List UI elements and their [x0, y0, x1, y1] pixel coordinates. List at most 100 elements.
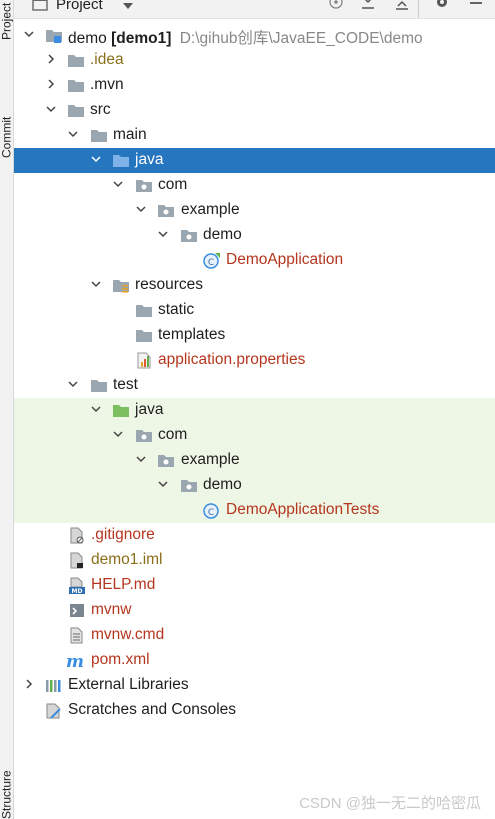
panel-header: Project	[14, 0, 495, 19]
package-icon	[157, 452, 175, 469]
tree-label: demo	[203, 476, 242, 493]
tree-label: HELP.md	[91, 576, 156, 593]
expanded-arrow-icon[interactable]	[112, 428, 124, 440]
tree-row-test-java[interactable]: java	[14, 398, 495, 423]
tree-row-test-com[interactable]: com	[14, 423, 495, 448]
expanded-arrow-icon[interactable]	[90, 278, 102, 290]
collapsed-arrow-icon[interactable]	[45, 78, 57, 90]
folder-icon	[135, 327, 153, 344]
tree-row-help-md[interactable]: MD HELP.md	[14, 573, 495, 598]
panel-title[interactable]: Project	[56, 0, 103, 13]
test-source-folder-icon	[112, 402, 130, 419]
commit-side-tab-label: Commit	[0, 116, 14, 158]
package-icon	[157, 202, 175, 219]
tree-label: demo	[203, 226, 242, 243]
tree-label: src	[90, 101, 111, 118]
project-side-tab[interactable]: Project	[0, 0, 14, 40]
tree-row-demo-application-tests[interactable]: C DemoApplicationTests	[14, 498, 495, 523]
tree-label: demo1.iml	[91, 551, 163, 568]
tree-row-demo-application[interactable]: C DemoApplication	[14, 248, 495, 273]
tree-row-application-properties[interactable]: application.properties	[14, 348, 495, 373]
tree-row-main-example[interactable]: example	[14, 198, 495, 223]
maven-icon: m	[66, 652, 84, 672]
tree-row-main-java[interactable]: java	[14, 148, 495, 173]
expanded-arrow-icon[interactable]	[157, 478, 169, 490]
folder-icon	[67, 102, 85, 119]
left-tool-strip: Project Commit Structure	[0, 0, 14, 819]
properties-file-icon	[135, 352, 153, 369]
expanded-arrow-icon[interactable]	[90, 153, 102, 165]
collapsed-arrow-icon[interactable]	[45, 53, 57, 65]
expanded-arrow-icon[interactable]	[90, 403, 102, 415]
tree-label: java	[135, 151, 164, 168]
expanded-arrow-icon[interactable]	[67, 378, 79, 390]
expand-all-icon[interactable]	[360, 0, 376, 15]
tree-label: mvnw.cmd	[91, 626, 165, 643]
structure-side-tab-label: Structure	[0, 770, 14, 819]
tree-row-test-demo[interactable]: demo	[14, 473, 495, 498]
tree-row-idea[interactable]: .idea	[14, 48, 495, 73]
expanded-arrow-icon[interactable]	[135, 203, 147, 215]
view-dropdown-chevron-icon[interactable]	[122, 0, 134, 16]
tree-label: Scratches and Consoles	[68, 701, 237, 718]
expanded-arrow-icon[interactable]	[112, 178, 124, 190]
tree-label: .mvn	[90, 76, 124, 93]
tree-row-mvnw[interactable]: mvnw	[14, 598, 495, 623]
collapsed-arrow-icon[interactable]	[23, 678, 35, 690]
expanded-arrow-icon[interactable]	[67, 128, 79, 140]
folder-icon	[67, 52, 85, 69]
tree-row-src[interactable]: src	[14, 98, 495, 123]
expanded-arrow-icon[interactable]	[157, 228, 169, 240]
project-view-icon	[32, 0, 48, 15]
folder-icon	[135, 302, 153, 319]
minimize-icon[interactable]	[468, 0, 484, 15]
header-divider	[418, 0, 419, 18]
tree-label: example	[181, 451, 240, 468]
gear-icon[interactable]	[434, 0, 450, 15]
tree-label: DemoApplication	[226, 251, 344, 268]
tree-row-main-com[interactable]: com	[14, 173, 495, 198]
folder-icon	[67, 77, 85, 94]
source-folder-icon	[112, 152, 130, 169]
root-path: D:\gihub创库\JavaEE_CODE\demo	[179, 30, 423, 47]
tree-row-test-example[interactable]: example	[14, 448, 495, 473]
tree-row-static[interactable]: static	[14, 298, 495, 323]
tree-row-main[interactable]: main	[14, 123, 495, 148]
tree-label: demo [demo1] D:\gihub创库\JavaEE_CODE\demo	[68, 26, 423, 48]
tree-row-demo-root[interactable]: demo [demo1] D:\gihub创库\JavaEE_CODE\demo	[14, 23, 495, 48]
tree-label: resources	[135, 276, 204, 293]
collapse-all-icon[interactable]	[394, 0, 410, 15]
project-panel: Project demo [demo1] D:\gihub创库\JavaEE_C…	[14, 0, 495, 819]
spring-boot-class-icon: C	[203, 252, 221, 269]
tree-label: com	[158, 176, 188, 193]
svg-text:MD: MD	[72, 588, 83, 594]
tree-row-resources[interactable]: resources	[14, 273, 495, 298]
commit-side-tab[interactable]: Commit	[0, 48, 14, 158]
tree-row-gitignore[interactable]: .gitignore	[14, 523, 495, 548]
structure-side-tab[interactable]: Structure	[0, 740, 14, 819]
tree-row-mvnw-cmd[interactable]: mvnw.cmd	[14, 623, 495, 648]
expanded-arrow-icon[interactable]	[135, 453, 147, 465]
package-icon	[180, 477, 198, 494]
tree-row-templates[interactable]: templates	[14, 323, 495, 348]
tree-label: DemoApplicationTests	[226, 501, 380, 518]
tree-label: External Libraries	[68, 676, 189, 693]
expanded-arrow-icon[interactable]	[23, 28, 35, 40]
tree-row-external-libraries[interactable]: External Libraries	[14, 673, 495, 698]
iml-file-icon	[68, 552, 86, 569]
tree-row-main-demo[interactable]: demo	[14, 223, 495, 248]
scratches-icon	[45, 702, 63, 719]
project-side-tab-label: Project	[0, 2, 14, 40]
library-icon	[45, 677, 63, 694]
tree-row-test[interactable]: test	[14, 373, 495, 398]
shell-script-icon	[68, 602, 86, 619]
locate-file-icon[interactable]	[328, 0, 344, 15]
tree-row-scratches[interactable]: Scratches and Consoles	[14, 698, 495, 723]
tree-row-pom-xml[interactable]: m pom.xml	[14, 648, 495, 673]
tree-row-demo1-iml[interactable]: demo1.iml	[14, 548, 495, 573]
expanded-arrow-icon[interactable]	[45, 103, 57, 115]
tree-label: application.properties	[158, 351, 306, 368]
tree-row-mvn[interactable]: .mvn	[14, 73, 495, 98]
tree-label: test	[113, 376, 138, 393]
tree-label: example	[181, 201, 240, 218]
